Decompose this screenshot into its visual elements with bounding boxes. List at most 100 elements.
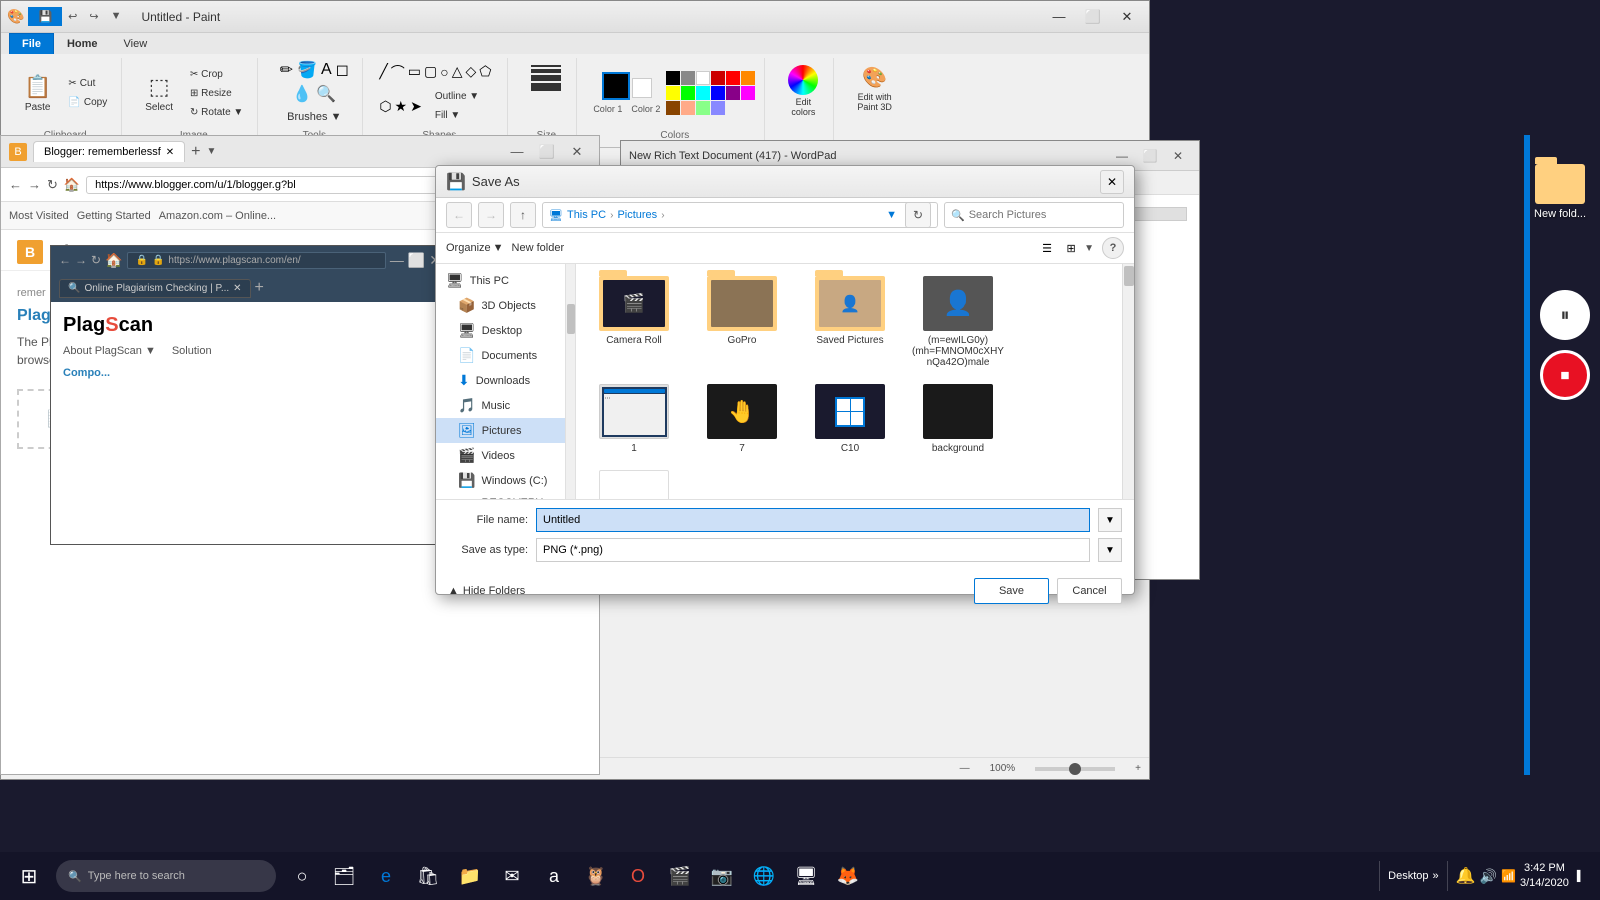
desktop-new-folder[interactable]: New fold... <box>1530 160 1590 224</box>
browser-minimize-btn[interactable]: — <box>503 138 531 166</box>
dialog-refresh-btn[interactable]: ↻ <box>905 202 931 228</box>
tab-view[interactable]: View <box>111 33 161 54</box>
shape-arrow[interactable]: ➤ <box>410 98 422 115</box>
paint-minimize-btn[interactable]: — <box>1043 3 1075 31</box>
taskbar-search[interactable]: 🔍 Type here to search <box>56 860 276 892</box>
quick-access-dropdown[interactable]: ▼ <box>105 7 128 26</box>
cancel-btn[interactable]: Cancel <box>1057 578 1122 604</box>
tab-home[interactable]: Home <box>54 33 111 54</box>
nav-scrollbar[interactable] <box>566 264 576 499</box>
taskbar-notifications-icon[interactable]: 🔔 <box>1456 866 1476 886</box>
taskbar-opera-btn[interactable]: O <box>618 856 658 896</box>
taskbar-amazon-btn[interactable]: a <box>534 856 574 896</box>
paint-maximize-btn[interactable]: ⬜ <box>1077 3 1109 31</box>
outline-btn[interactable]: Outline ▼ <box>429 88 485 105</box>
size-btn[interactable] <box>524 60 568 96</box>
dialog-forward-btn[interactable]: → <box>478 202 504 228</box>
nav-item-music[interactable]: 🎵 Music <box>436 393 565 418</box>
breadcrumb-this-pc[interactable]: This PC <box>567 209 606 221</box>
bookmark-getting-started[interactable]: Getting Started <box>77 210 151 222</box>
fill-icon[interactable]: 🪣 <box>297 60 317 80</box>
color1-swatch[interactable] <box>602 72 630 100</box>
browser2-maximize-btn[interactable]: ⬜ <box>408 252 425 269</box>
taskbar-taskview-btn[interactable]: 🗂 <box>324 856 364 896</box>
palette-lightblue[interactable] <box>711 101 725 115</box>
file-item-1[interactable]: ⋯ 1 <box>584 380 684 458</box>
paint-close-btn[interactable]: ✕ <box>1111 3 1143 31</box>
dialog-up-btn[interactable]: ↑ <box>510 202 536 228</box>
taskbar-explorer-btn[interactable]: 📁 <box>450 856 490 896</box>
browser2-active-tab[interactable]: 🔍 Online Plagiarism Checking | P... ✕ <box>59 279 251 298</box>
browser2-home-btn[interactable]: 🏠 <box>105 252 122 269</box>
shape-ellipse[interactable]: ○ <box>440 64 448 80</box>
new-folder-btn[interactable]: New folder <box>512 242 565 254</box>
tab-file[interactable]: File <box>9 33 54 54</box>
shape-hex[interactable]: ⬡ <box>379 98 391 115</box>
quick-access-save[interactable]: 💾 <box>28 7 62 26</box>
save-btn[interactable]: Save <box>974 578 1049 604</box>
nav-item-3d-objects[interactable]: 📦 3D Objects <box>436 293 565 318</box>
palette-green[interactable] <box>681 86 695 100</box>
palette-white[interactable] <box>696 71 710 85</box>
zoom-in-btn[interactable]: + <box>1135 763 1141 774</box>
copy-btn[interactable]: 📄 Copy <box>62 94 113 111</box>
file-item-gopro[interactable]: GoPro <box>692 272 792 372</box>
bookmark-amazon[interactable]: Amazon.com – Online... <box>159 210 276 222</box>
recording-pause-btn[interactable]: ⏸ <box>1540 290 1590 340</box>
start-button[interactable]: ⊞ <box>4 852 54 900</box>
tab-close-icon[interactable]: ✕ <box>166 147 174 158</box>
browser-refresh-btn[interactable]: ↻ <box>47 177 58 193</box>
help-btn[interactable]: ? <box>1102 237 1124 259</box>
taskbar-chevron-icon[interactable]: » <box>1433 870 1439 882</box>
browser2-new-tab-btn[interactable]: + <box>255 279 264 297</box>
palette-yellow[interactable] <box>666 86 680 100</box>
show-desktop-btn[interactable]: ▌ <box>1573 871 1588 882</box>
organize-btn[interactable]: Organize ▼ <box>446 242 504 254</box>
taskbar-edge-btn[interactable]: e <box>366 856 406 896</box>
recording-stop-btn[interactable]: ⏹ <box>1540 350 1590 400</box>
eraser-icon[interactable]: ◻ <box>336 60 349 80</box>
browser2-back-btn[interactable]: ← <box>59 253 71 267</box>
quick-access-redo[interactable]: ↪ <box>83 7 104 26</box>
paste-btn[interactable]: 📋 Paste <box>17 69 58 118</box>
file-name-input[interactable] <box>536 508 1090 532</box>
tab-dropdown-btn[interactable]: ▼ <box>207 146 217 157</box>
palette-red[interactable] <box>726 71 740 85</box>
text-icon[interactable]: A <box>321 61 332 79</box>
browser2-refresh-btn[interactable]: ↻ <box>91 253 101 267</box>
nav-item-videos[interactable]: 🎬 Videos <box>436 443 565 468</box>
bookmark-most-visited[interactable]: Most Visited <box>9 210 69 222</box>
browser2-minimize-btn[interactable]: — <box>390 252 404 268</box>
compose-btn[interactable]: Compo... <box>63 367 437 379</box>
wordpad-maximize-btn[interactable]: ⬜ <box>1137 143 1163 169</box>
wordpad-close-btn[interactable]: ✕ <box>1165 143 1191 169</box>
nav-about[interactable]: About PlagScan ▼ <box>63 345 156 357</box>
dialog-back-btn[interactable]: ← <box>446 202 472 228</box>
palette-purple[interactable] <box>726 86 740 100</box>
cut-btn[interactable]: ✂ Cut <box>62 75 113 92</box>
taskbar-network-icon[interactable]: 📶 <box>1501 869 1516 883</box>
picker-icon[interactable]: 💧 <box>292 84 312 104</box>
zoom-slider[interactable] <box>1035 767 1115 771</box>
file-item-untitled[interactable]: Untitled... <box>584 466 684 499</box>
clock[interactable]: 3:42 PM 3/14/2020 <box>1520 861 1569 892</box>
taskbar-desktop-text[interactable]: Desktop <box>1388 870 1428 882</box>
nav-item-desktop[interactable]: 🖥 Desktop <box>436 318 565 343</box>
crop-btn[interactable]: ✂ Crop <box>184 66 249 83</box>
browser-forward-btn[interactable]: → <box>28 177 41 192</box>
shape-pentagon[interactable]: ⬠ <box>479 63 491 80</box>
color2-swatch[interactable] <box>632 78 652 98</box>
browser2-forward-btn[interactable]: → <box>75 253 87 267</box>
quick-access-undo[interactable]: ↩ <box>62 7 83 26</box>
nav-item-pictures[interactable]: 🖼 Pictures <box>436 418 565 443</box>
palette-magenta[interactable] <box>741 86 755 100</box>
browser-tab-blogger[interactable]: Blogger: rememberlessf ✕ <box>33 141 185 162</box>
view-dropdown-btn[interactable]: ▼ <box>1084 243 1094 254</box>
breadcrumb-dropdown[interactable]: ▼ <box>886 209 897 221</box>
palette-pink[interactable] <box>681 101 695 115</box>
filename-dropdown-btn[interactable]: ▼ <box>1098 508 1122 532</box>
dialog-close-btn[interactable]: ✕ <box>1100 170 1124 194</box>
view-list-btn[interactable]: ☰ <box>1036 237 1058 259</box>
browser-maximize-btn[interactable]: ⬜ <box>533 138 561 166</box>
view-grid-btn[interactable]: ⊞ <box>1060 237 1082 259</box>
